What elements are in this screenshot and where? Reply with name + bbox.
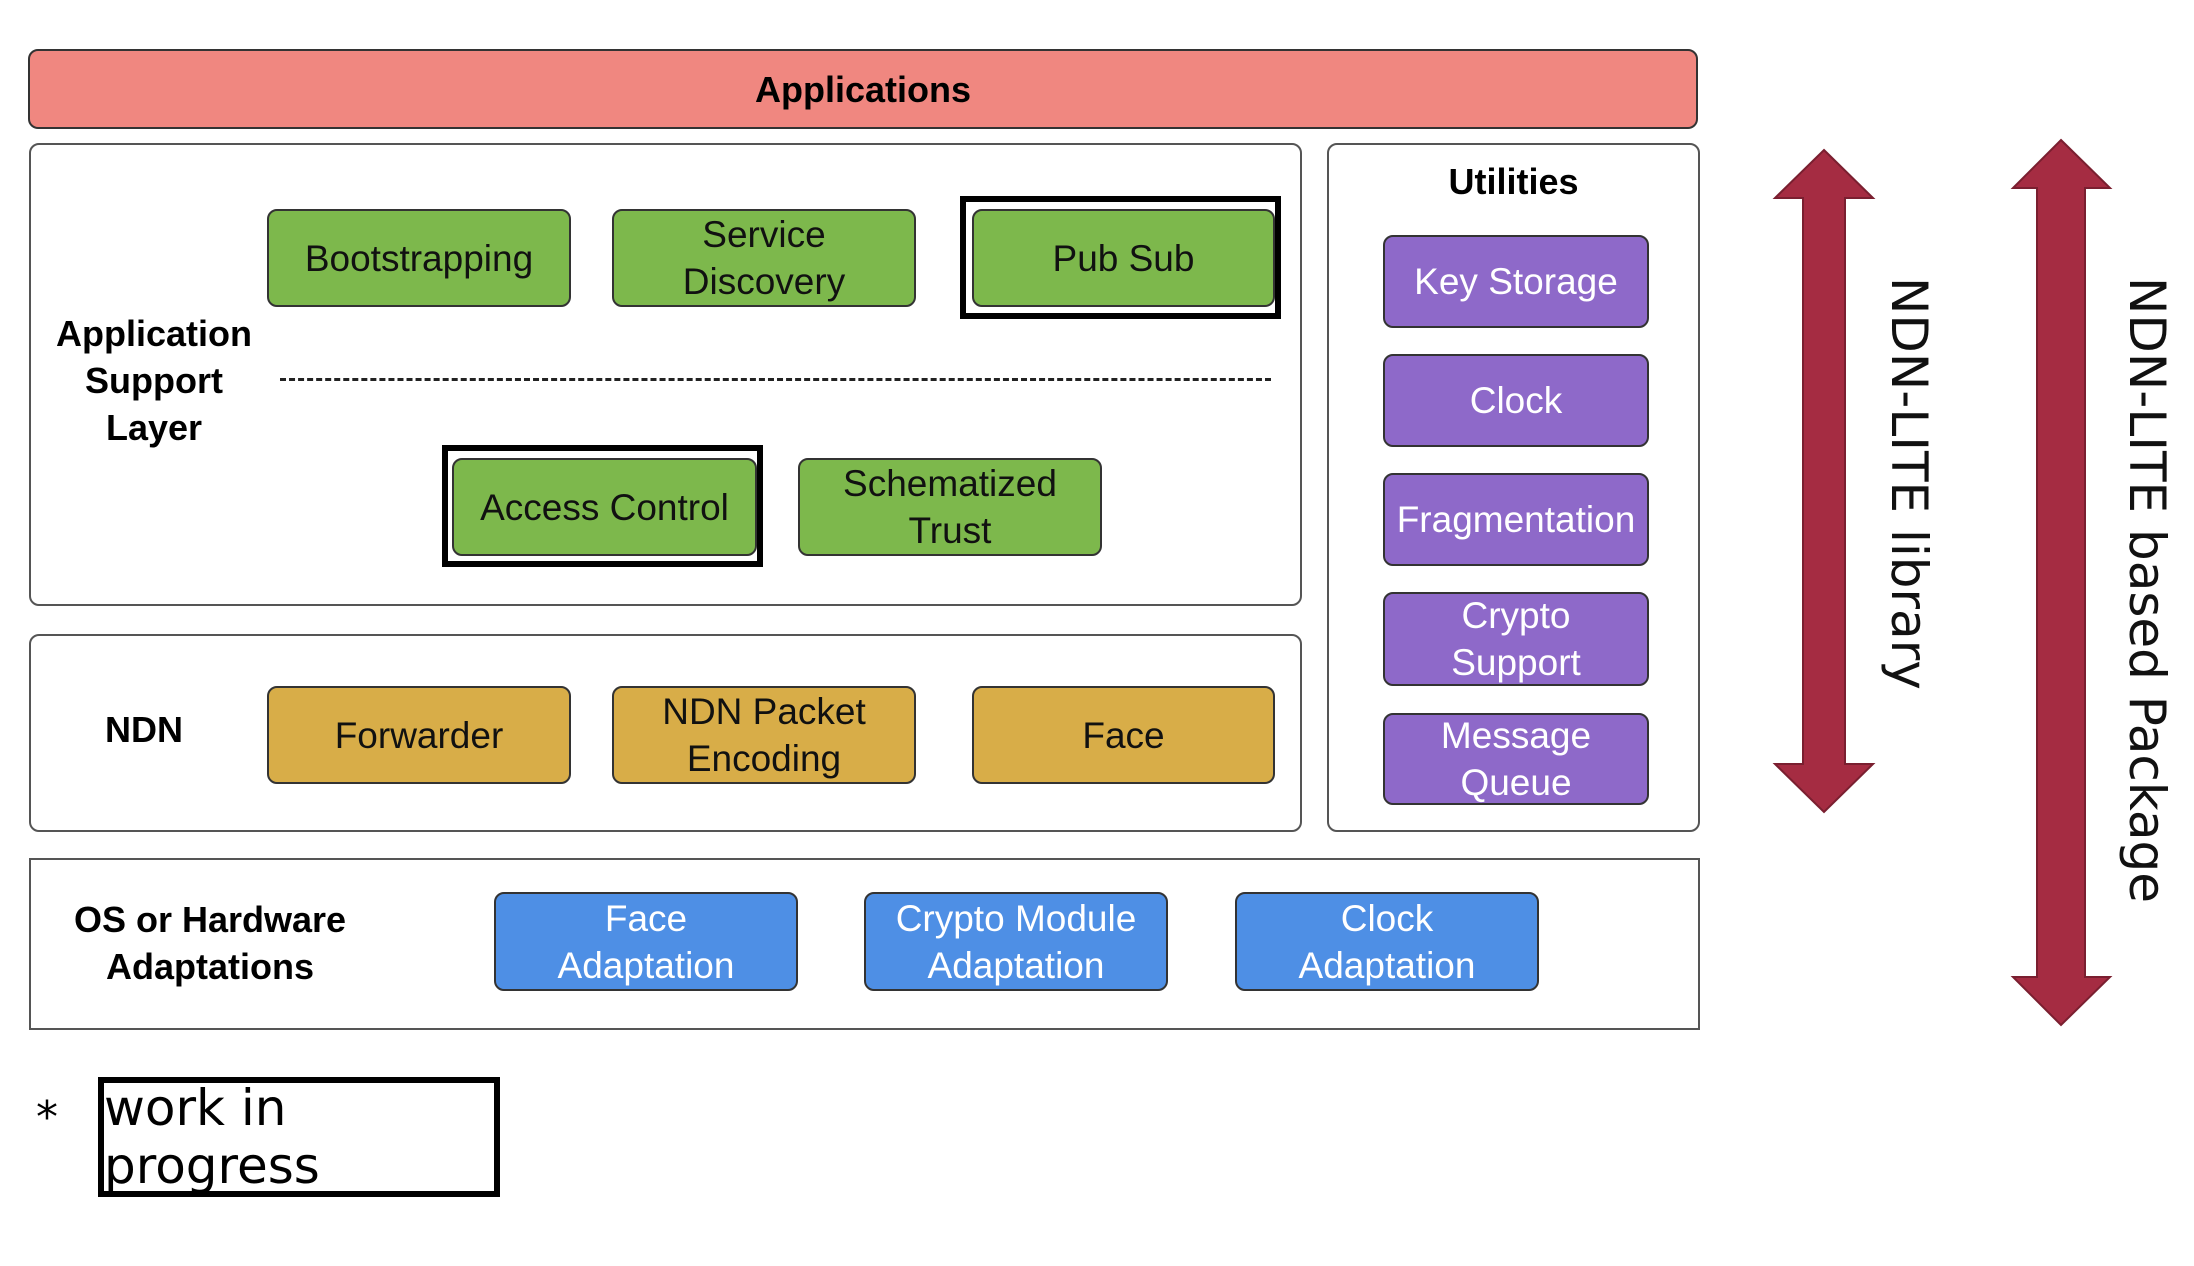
scope-label-library: NDN-LITE library xyxy=(1880,277,1938,690)
double-arrow-icon xyxy=(2010,138,2113,1027)
scope-label-package: NDN-LITE based Package xyxy=(2118,277,2176,904)
legend-wip-box: work in progress xyxy=(98,1077,500,1197)
double-arrow-icon xyxy=(1772,148,1876,814)
legend-marker: * xyxy=(36,1092,58,1143)
